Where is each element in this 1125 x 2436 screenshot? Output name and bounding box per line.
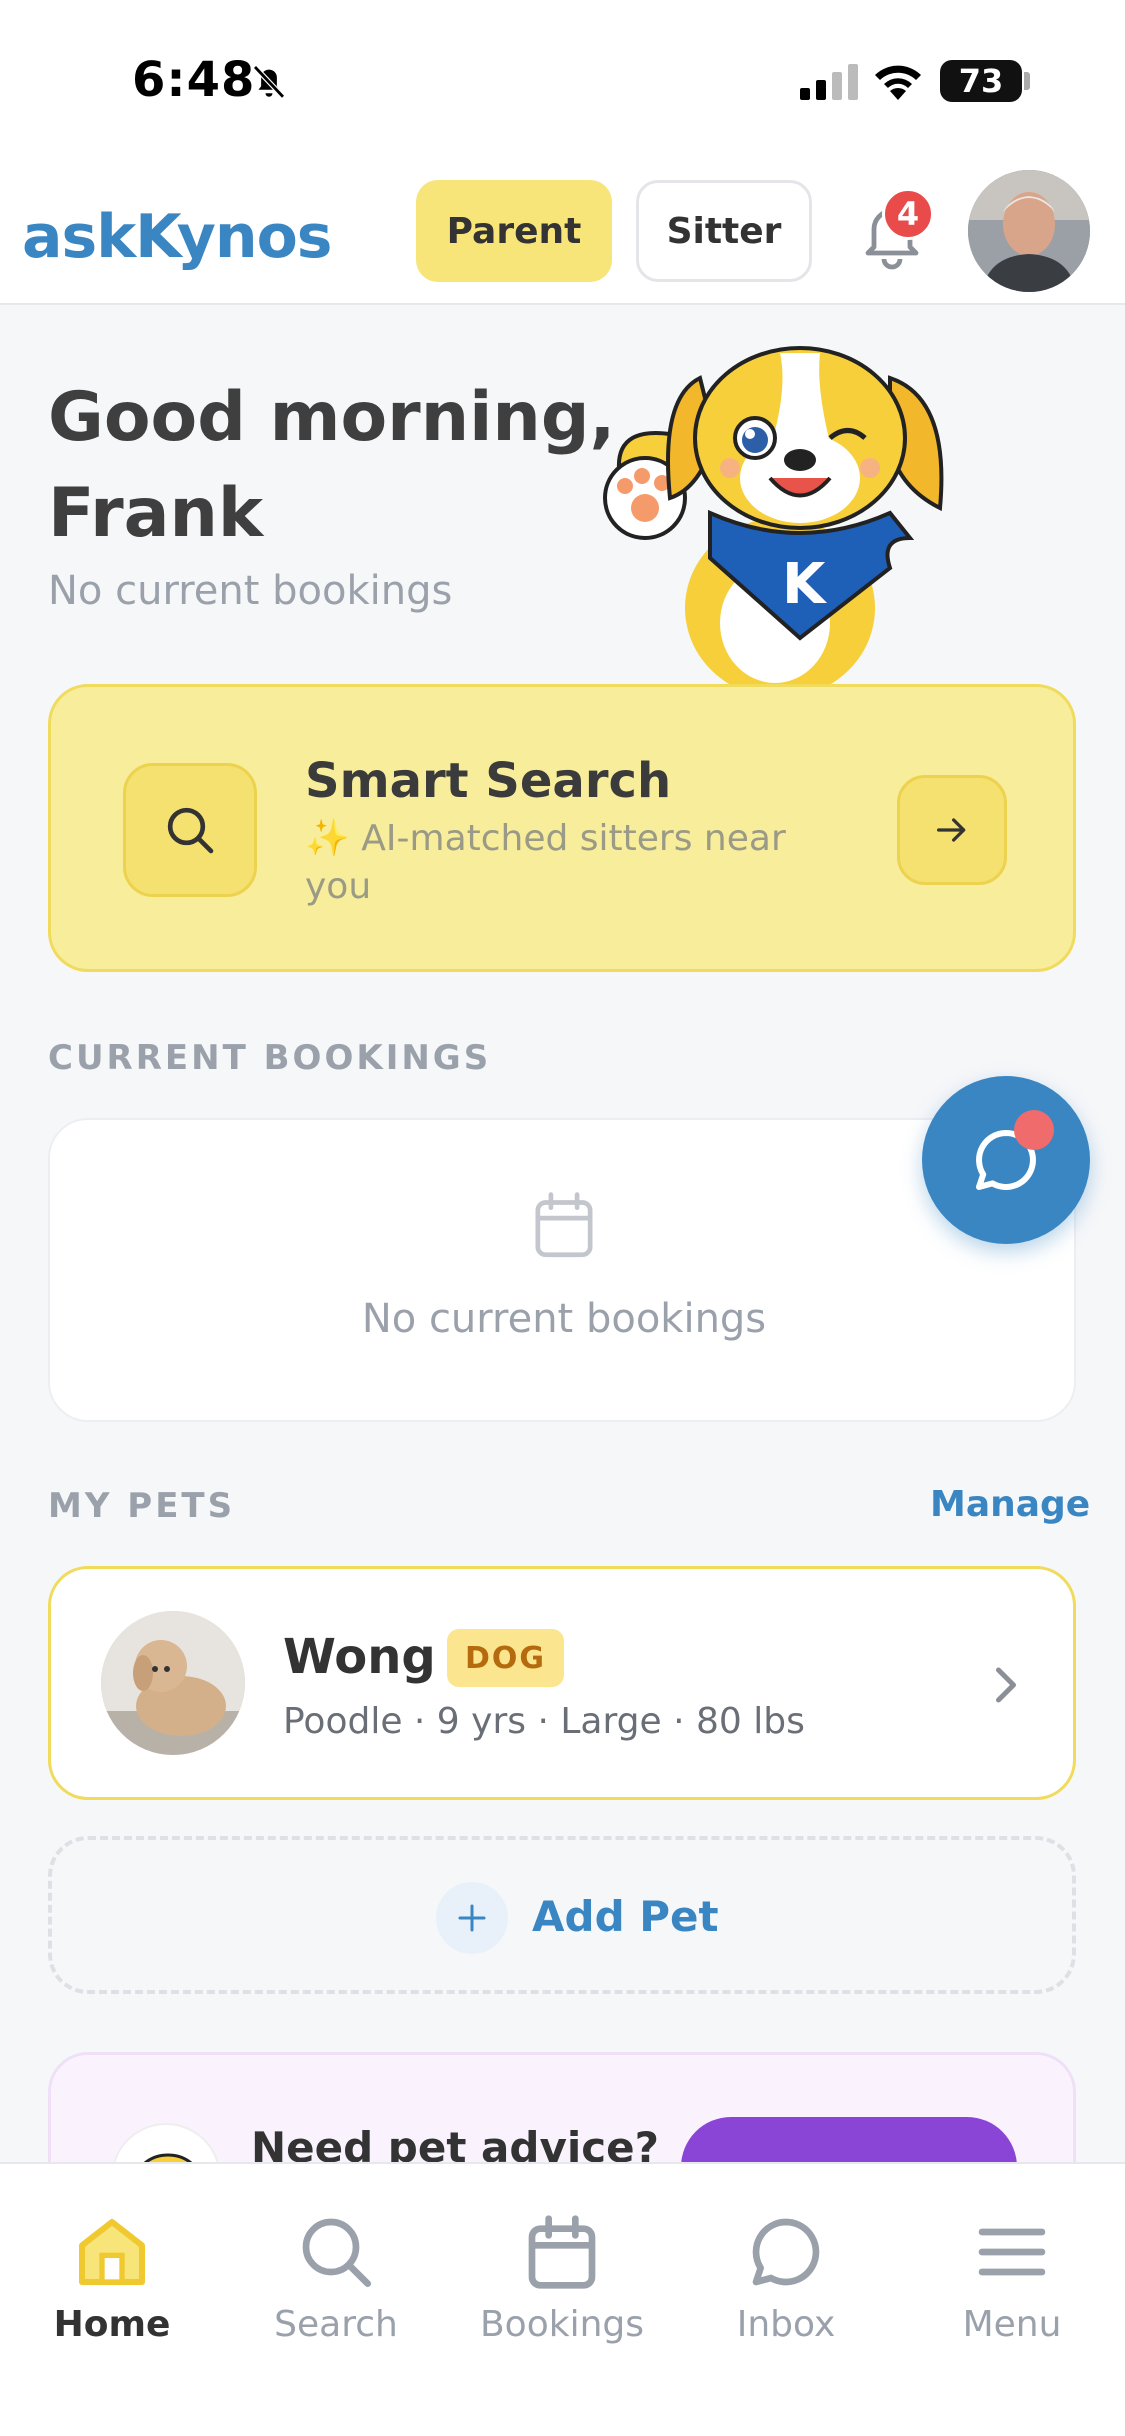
calendar-icon	[535, 1192, 593, 1258]
nav-bookings-label: Bookings	[479, 2304, 645, 2345]
arrow-right-icon	[937, 818, 966, 842]
wifi-icon	[875, 65, 921, 100]
manage-pets-link[interactable]: Manage	[930, 1484, 1090, 1525]
battery-indicator: 73	[940, 60, 1022, 102]
profile-avatar[interactable]	[968, 170, 1090, 292]
nav-home-label: Home	[53, 2304, 171, 2345]
app-header: askKynos Parent Sitter 4	[0, 160, 1125, 305]
notification-count-badge: 4	[882, 188, 934, 240]
chevron-right-icon	[996, 1667, 1016, 1703]
pet-card-wong[interactable]: Wong DOG Poodle · 9 yrs · Large · 80 lbs	[48, 1566, 1076, 1800]
status-bar: 6:48 73	[0, 0, 1125, 160]
smart-search-title: Smart Search	[305, 753, 672, 809]
search-icon	[167, 807, 214, 854]
plus-icon	[458, 1904, 486, 1932]
sitter-mode-button[interactable]: Sitter	[636, 180, 812, 282]
calendar-icon	[528, 2215, 596, 2289]
pet-name: Wong	[283, 1629, 436, 1685]
home-icon	[79, 2219, 145, 2285]
current-bookings-heading: CURRENT BOOKINGS	[48, 1038, 492, 1078]
nav-search[interactable]: Search	[236, 2212, 436, 2345]
cellular-signal-icon	[800, 64, 858, 100]
no-bookings-text: No current bookings	[361, 1296, 767, 1342]
chat-fab-button[interactable]	[922, 1076, 1090, 1244]
add-pet-button[interactable]: Add Pet	[48, 1836, 1076, 1994]
pet-photo	[101, 1611, 245, 1755]
app-logo[interactable]: askKynos	[22, 202, 333, 272]
bell-slash-icon	[253, 65, 285, 99]
nav-inbox-label: Inbox	[736, 2304, 836, 2345]
menu-icon	[978, 2228, 1046, 2276]
kynos-dog-mascot: K	[603, 346, 944, 688]
chat-icon	[752, 2218, 820, 2286]
smart-search-subtitle: ✨ AI-matched sitters near you	[305, 818, 786, 907]
smart-search-card[interactable]: Smart Search ✨ AI-matched sitters near y…	[48, 684, 1076, 972]
nav-home[interactable]: Home	[12, 2212, 212, 2345]
parent-mode-button[interactable]: Parent	[416, 180, 612, 282]
chat-unread-dot	[1014, 1110, 1054, 1150]
pet-type-badge: DOG	[447, 1629, 565, 1687]
nav-menu[interactable]: Menu	[912, 2212, 1112, 2345]
svg-text:K: K	[782, 552, 828, 617]
battery-cap	[1024, 72, 1030, 90]
greeting-subtitle: No current bookings	[48, 568, 453, 614]
pet-details: Poodle · 9 yrs · Large · 80 lbs	[283, 1701, 805, 1742]
search-icon	[302, 2218, 371, 2287]
add-pet-label: Add Pet	[532, 1892, 719, 1941]
bottom-navigation: Home Search Bookings Inbox Menu	[0, 2162, 1125, 2436]
smart-search-icon-box	[123, 763, 257, 897]
nav-menu-label: Menu	[962, 2304, 1062, 2345]
nav-inbox[interactable]: Inbox	[686, 2212, 886, 2345]
greeting-title: Good morning, Frank	[48, 378, 616, 553]
smart-search-go-button[interactable]	[897, 775, 1007, 885]
nav-bookings[interactable]: Bookings	[462, 2212, 662, 2345]
add-pet-plus	[436, 1882, 508, 1954]
status-time: 6:48	[132, 52, 256, 108]
my-pets-heading: MY PETS	[48, 1486, 236, 1526]
nav-search-label: Search	[274, 2304, 398, 2345]
